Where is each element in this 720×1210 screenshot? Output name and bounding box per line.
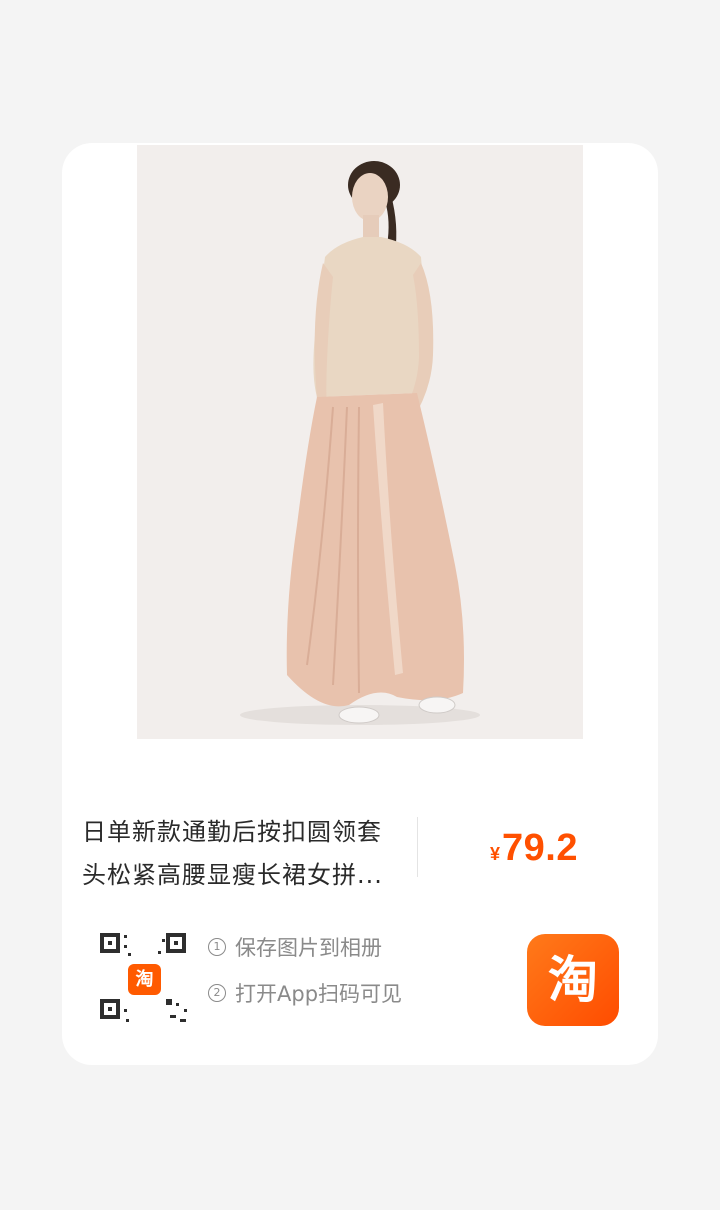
product-image[interactable]	[137, 145, 583, 739]
product-title[interactable]: 日单新款通勤后按扣圆领套 头松紧高腰显瘦长裙女拼...	[82, 811, 410, 897]
qr-finder-bottom-left	[100, 999, 120, 1019]
step-number-2-icon: 2	[208, 984, 226, 1002]
model-photo	[137, 145, 583, 739]
taobao-app-icon[interactable]: 淘	[527, 934, 619, 1026]
step-number-1-icon: 1	[208, 938, 226, 956]
product-share-card: 日单新款通勤后按扣圆领套 头松紧高腰显瘦长裙女拼... ¥79.2 淘 1 保存…	[62, 143, 658, 1065]
qr-finder-top-right	[166, 933, 186, 953]
step-1-text: 保存图片到相册	[235, 936, 382, 960]
divider	[417, 817, 418, 877]
qr-taobao-logo: 淘	[128, 964, 161, 995]
scan-instructions: 1 保存图片到相册 2 打开App扫码可见	[208, 935, 402, 1027]
currency-symbol: ¥	[490, 844, 501, 864]
product-title-line-2: 头松紧高腰显瘦长裙女拼...	[82, 861, 383, 889]
step-open-app: 2 打开App扫码可见	[208, 981, 403, 1006]
product-title-line-1: 日单新款通勤后按扣圆领套	[82, 818, 382, 846]
step-2-text: 打开App扫码可见	[235, 982, 403, 1006]
step-save-image: 1 保存图片到相册	[208, 935, 402, 960]
qr-code[interactable]: 淘	[100, 933, 190, 1023]
product-price: ¥79.2	[490, 827, 578, 870]
price-value: 79.2	[502, 827, 578, 869]
qr-finder-top-left	[100, 933, 120, 953]
